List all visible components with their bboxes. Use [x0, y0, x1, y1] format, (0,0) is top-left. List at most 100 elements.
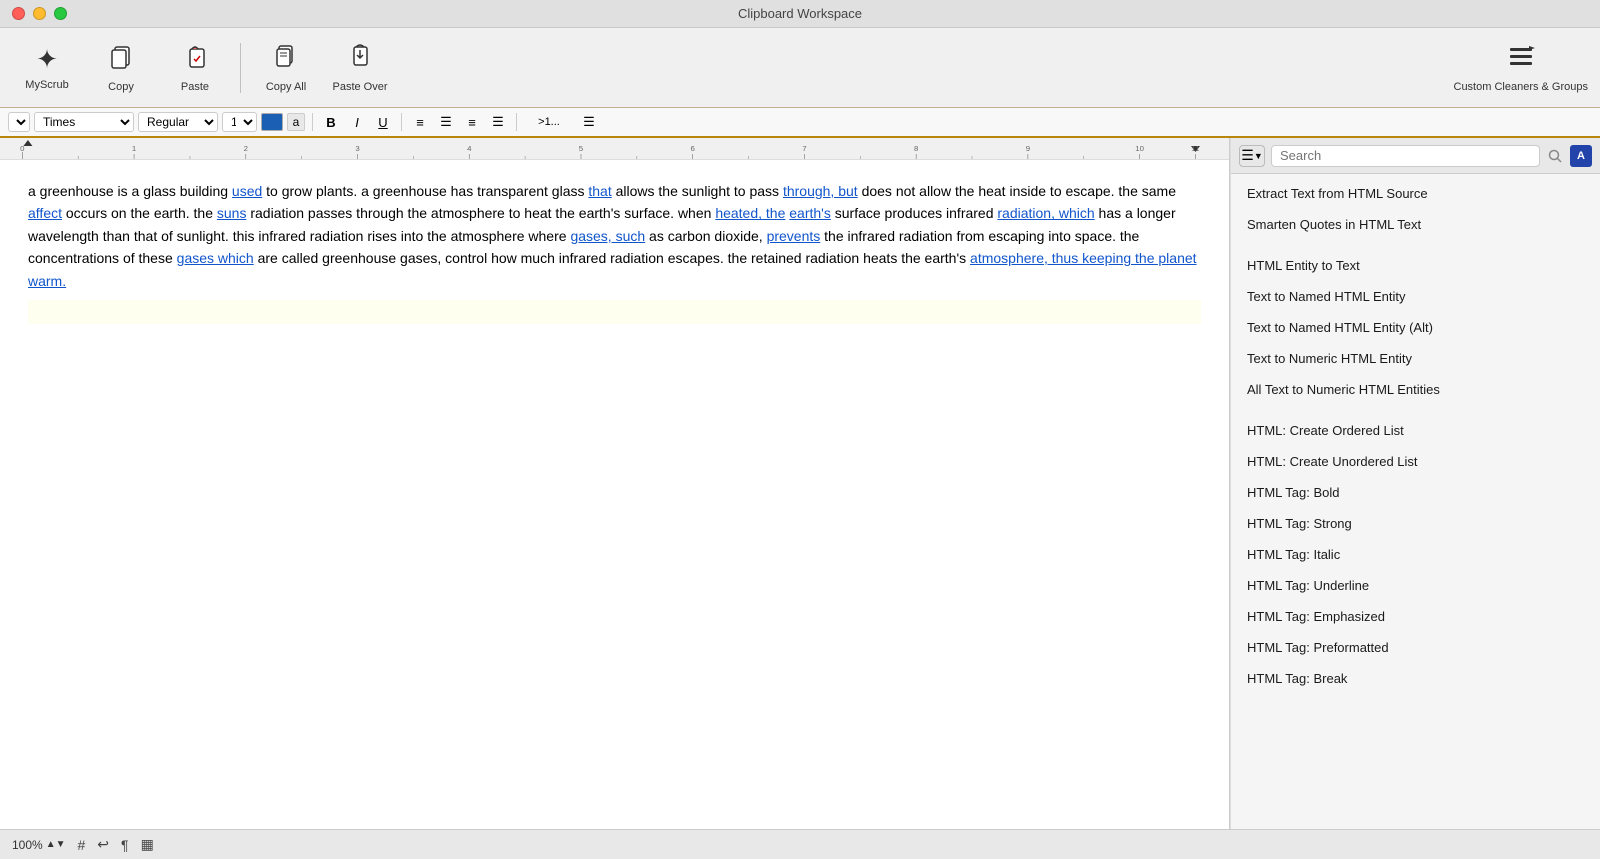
svg-text:7: 7: [802, 144, 806, 152]
custom-cleaners-icon: [1507, 42, 1535, 77]
link-affect[interactable]: affect: [28, 205, 62, 221]
copy-all-icon: [272, 42, 300, 77]
list-item[interactable]: Smarten Quotes in HTML Text: [1231, 209, 1600, 240]
return-icon[interactable]: ↩: [97, 836, 109, 853]
more-button[interactable]: >1...: [524, 112, 574, 132]
align-left-icon: ≡: [416, 115, 424, 130]
link-earths[interactable]: earth's: [789, 205, 831, 221]
svg-text:10: 10: [1135, 144, 1144, 152]
link-suns[interactable]: suns: [217, 205, 247, 221]
maximize-button[interactable]: [54, 7, 67, 20]
search-input[interactable]: [1271, 145, 1540, 167]
chart-icon[interactable]: ▦: [141, 836, 154, 853]
toolbar: ✦ MyScrub Copy Paste: [0, 28, 1600, 108]
copy-all-label: Copy All: [266, 81, 306, 93]
svg-text:2: 2: [244, 144, 248, 152]
hash-icon[interactable]: #: [78, 837, 86, 853]
align-center-button[interactable]: ☰: [435, 112, 457, 132]
format-divider-2: [401, 113, 402, 131]
pilcrow-icon[interactable]: ¶: [121, 837, 129, 853]
right-panel-header: ☰ ▼ A: [1231, 138, 1600, 174]
font-size-dropdown[interactable]: 14: [222, 112, 257, 132]
paste-over-button[interactable]: Paste Over: [325, 34, 395, 102]
align-left-button[interactable]: ≡: [409, 112, 431, 132]
paste-label: Paste: [181, 81, 209, 93]
link-gases[interactable]: gases, such: [570, 228, 645, 244]
list-button[interactable]: ☰: [578, 112, 600, 132]
custom-cleaners-label: Custom Cleaners & Groups: [1454, 81, 1589, 93]
link-gases-which[interactable]: gases which: [177, 250, 254, 266]
align-justify-button[interactable]: ☰: [487, 112, 509, 132]
list-item[interactable]: Text to Named HTML Entity: [1231, 281, 1600, 312]
paragraph-1: a greenhouse is a glass building used to…: [28, 180, 1201, 292]
link-radiation[interactable]: radiation, which: [997, 205, 1094, 221]
underline-label: U: [378, 115, 387, 130]
svg-text:6: 6: [691, 144, 695, 152]
font-weight-dropdown[interactable]: Regular: [138, 112, 218, 132]
list-item[interactable]: Text to Numeric HTML Entity: [1231, 343, 1600, 374]
close-button[interactable]: [12, 7, 25, 20]
list-item[interactable]: HTML Tag: Break: [1231, 663, 1600, 694]
editor-content[interactable]: a greenhouse is a glass building used to…: [0, 160, 1229, 829]
myscrub-icon: ✦: [36, 44, 58, 75]
list-item[interactable]: HTML Tag: Underline: [1231, 570, 1600, 601]
list-item[interactable]: HTML Tag: Preformatted: [1231, 632, 1600, 663]
language-icon: A: [1570, 145, 1592, 167]
link-used[interactable]: used: [232, 183, 262, 199]
zoom-stepper-icon[interactable]: ▲▼: [46, 839, 66, 850]
copy-button[interactable]: Copy: [86, 34, 156, 102]
list-item[interactable]: HTML: Create Unordered List: [1231, 446, 1600, 477]
list-item[interactable]: All Text to Numeric HTML Entities: [1231, 374, 1600, 405]
paste-over-label: Paste Over: [332, 81, 387, 93]
align-justify-icon: ☰: [492, 114, 504, 130]
list-item[interactable]: Extract Text from HTML Source: [1231, 178, 1600, 209]
link-prevents[interactable]: prevents: [767, 228, 821, 244]
link-heated[interactable]: heated, the: [715, 205, 785, 221]
style-dropdown[interactable]: a: [8, 112, 30, 132]
cleaners-list: Extract Text from HTML Source Smarten Qu…: [1231, 174, 1600, 829]
list-item[interactable]: Text to Named HTML Entity (Alt): [1231, 312, 1600, 343]
minimize-button[interactable]: [33, 7, 46, 20]
align-center-icon: ☰: [440, 114, 452, 130]
list-item[interactable]: HTML Entity to Text: [1231, 250, 1600, 281]
link-through[interactable]: through, but: [783, 183, 858, 199]
chevron-down-icon: ▼: [1254, 151, 1263, 161]
search-icon[interactable]: [1546, 147, 1564, 165]
list-item[interactable]: HTML Tag: Emphasized: [1231, 601, 1600, 632]
svg-text:9: 9: [1026, 144, 1030, 152]
list-item[interactable]: HTML Tag: Strong: [1231, 508, 1600, 539]
svg-text:0: 0: [20, 144, 24, 152]
char-style-button[interactable]: a: [287, 113, 305, 131]
menu-icon-button[interactable]: ☰ ▼: [1239, 145, 1265, 167]
list-label: ☰: [583, 114, 595, 130]
more-label: >1...: [538, 116, 560, 128]
svg-text:11: 11: [1191, 144, 1199, 152]
svg-text:1: 1: [132, 144, 136, 152]
custom-cleaners-button[interactable]: Custom Cleaners & Groups: [1454, 42, 1589, 93]
copy-all-button[interactable]: Copy All: [251, 34, 321, 102]
highlight-area: [28, 300, 1201, 324]
align-right-icon: ≡: [468, 115, 476, 130]
bold-button[interactable]: B: [320, 112, 342, 132]
paste-icon: [181, 43, 209, 77]
list-item[interactable]: HTML: Create Ordered List: [1231, 415, 1600, 446]
window-controls[interactable]: [12, 7, 67, 20]
myscrub-button[interactable]: ✦ MyScrub: [12, 34, 82, 102]
list-gap: [1231, 405, 1600, 415]
align-right-button[interactable]: ≡: [461, 112, 483, 132]
zoom-control[interactable]: 100% ▲▼: [12, 838, 66, 852]
zoom-value: 100%: [12, 838, 43, 852]
toolbar-separator-1: [240, 43, 241, 93]
font-family-dropdown[interactable]: Times: [34, 112, 134, 132]
link-that[interactable]: that: [588, 183, 611, 199]
list-item[interactable]: HTML Tag: Bold: [1231, 477, 1600, 508]
paste-button[interactable]: Paste: [160, 34, 230, 102]
italic-button[interactable]: I: [346, 112, 368, 132]
color-picker[interactable]: [261, 113, 283, 131]
svg-text:3: 3: [355, 144, 359, 152]
format-divider-1: [312, 113, 313, 131]
svg-text:5: 5: [579, 144, 583, 152]
underline-button[interactable]: U: [372, 112, 394, 132]
list-item[interactable]: HTML Tag: Italic: [1231, 539, 1600, 570]
menu-icon: ☰: [1241, 147, 1254, 164]
